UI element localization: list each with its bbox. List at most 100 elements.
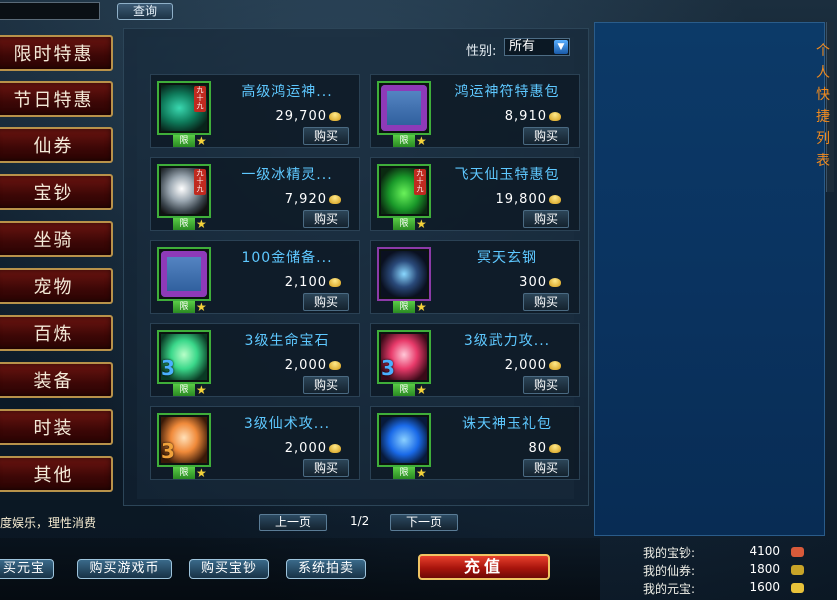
category-limited-offer[interactable]: 限时特惠: [0, 35, 113, 71]
item-card[interactable]: 限 ★ 诛天神玉礼包 80 购买: [370, 406, 580, 480]
star-icon: ★: [416, 466, 427, 480]
category-other[interactable]: 其他: [0, 456, 113, 492]
item-price: 2,000: [504, 358, 547, 373]
next-page-button[interactable]: 下一页: [390, 514, 458, 531]
gold-ingot-icon: [329, 112, 341, 121]
item-card[interactable]: 3 限 ★ 3级生命宝石 2,000 购买: [150, 323, 360, 397]
item-icon-frame[interactable]: [377, 81, 431, 135]
search-input[interactable]: [0, 2, 100, 20]
item-icon-frame[interactable]: 3: [157, 413, 211, 467]
quick-list-title: 个人快捷列表: [816, 43, 830, 169]
buy-button[interactable]: 购买: [303, 210, 349, 228]
category-pet[interactable]: 宠物: [0, 268, 113, 304]
buy-button[interactable]: 购买: [303, 459, 349, 477]
item-name[interactable]: 高级鸿运神...: [217, 81, 357, 101]
prev-page-button[interactable]: 上一页: [259, 514, 327, 531]
system-auction-button[interactable]: 系统拍卖: [286, 559, 366, 579]
gold-ingot-icon: [329, 278, 341, 287]
star-icon: ★: [416, 300, 427, 314]
item-name[interactable]: 冥天玄钢: [437, 247, 577, 267]
page-indicator: 1/2: [350, 514, 370, 528]
item-card[interactable]: 3 限 ★ 3级武力攻... 2,000 购买: [370, 323, 580, 397]
item-price: 2,000: [284, 441, 327, 456]
limited-badge: 限: [393, 384, 415, 396]
balance-yuanbao-label: 我的元宝:: [643, 582, 696, 596]
gold-ingot-icon: [329, 195, 341, 204]
consumption-notice: 度娱乐，理性消费: [0, 516, 97, 530]
baochao-icon: [791, 547, 804, 557]
item-icon-frame[interactable]: 九十九: [157, 164, 211, 218]
recharge-button[interactable]: 充值: [418, 554, 550, 580]
category-xianquan[interactable]: 仙券: [0, 127, 113, 163]
buy-button[interactable]: 购买: [523, 376, 569, 394]
buy-game-coin-button[interactable]: 购买游戏币: [77, 559, 172, 579]
limited-badge: 限: [173, 467, 195, 479]
buy-button[interactable]: 购买: [523, 127, 569, 145]
star-icon: ★: [196, 466, 207, 480]
query-button[interactable]: 查询: [117, 3, 173, 20]
item-name[interactable]: 3级武力攻...: [437, 330, 577, 350]
category-equipment[interactable]: 装备: [0, 362, 113, 398]
item-price: 2,000: [284, 358, 327, 373]
item-card[interactable]: 九十九限 ★ 飞天仙玉特惠包 19,800 购买: [370, 157, 580, 231]
item-name[interactable]: 飞天仙玉特惠包: [437, 164, 577, 184]
buy-button[interactable]: 购买: [523, 459, 569, 477]
buy-button[interactable]: 购买: [303, 127, 349, 145]
star-icon: ★: [416, 383, 427, 397]
star-icon: ★: [196, 217, 207, 231]
gold-ingot-icon: [549, 444, 561, 453]
item-name[interactable]: 一级冰精灵...: [217, 164, 357, 184]
star-icon: ★: [196, 134, 207, 148]
item-card[interactable]: 限 ★ 鸿运神符特惠包 8,910 购买: [370, 74, 580, 148]
item-icon-frame[interactable]: [157, 247, 211, 301]
item-name[interactable]: 3级仙术攻...: [217, 413, 357, 433]
buy-baochao-button[interactable]: 购买宝钞: [189, 559, 269, 579]
category-refine[interactable]: 百炼: [0, 315, 113, 351]
category-holiday-offer[interactable]: 节日特惠: [0, 81, 113, 117]
ninety-nine-tag: 九十九: [414, 169, 426, 195]
item-name[interactable]: 100金储备...: [217, 247, 357, 267]
gift-box-icon: [381, 85, 427, 131]
gift-box-icon: [161, 251, 207, 297]
item-card[interactable]: 限 ★ 冥天玄钢 300 购买: [370, 240, 580, 314]
item-icon-frame[interactable]: 3: [157, 330, 211, 384]
category-baochao[interactable]: 宝钞: [0, 174, 113, 210]
balance-xianquan-value: 1800: [749, 562, 780, 576]
item-card[interactable]: 九十九限 ★ 一级冰精灵... 7,920 购买: [150, 157, 360, 231]
xianquan-icon: [791, 565, 804, 575]
buy-button[interactable]: 购买: [523, 293, 569, 311]
item-icon-frame[interactable]: 九十九: [157, 81, 211, 135]
limited-badge: 限: [173, 218, 195, 230]
buy-button[interactable]: 购买: [303, 293, 349, 311]
ninety-nine-tag: 九十九: [194, 169, 206, 195]
item-icon-frame[interactable]: [377, 247, 431, 301]
gold-ingot-icon: [549, 112, 561, 121]
dropdown-arrow-icon[interactable]: ▼: [554, 40, 568, 54]
item-icon-frame[interactable]: 九十九: [377, 164, 431, 218]
buy-button[interactable]: 购买: [303, 376, 349, 394]
star-icon: ★: [416, 217, 427, 231]
item-card[interactable]: 九十九限 ★ 高级鸿运神... 29,700 购买: [150, 74, 360, 148]
buy-button[interactable]: 购买: [523, 210, 569, 228]
item-icon-frame[interactable]: [377, 413, 431, 467]
item-price: 7,920: [284, 192, 327, 207]
category-mount[interactable]: 坐骑: [0, 221, 113, 257]
gold-ingot-icon: [329, 444, 341, 453]
item-name[interactable]: 诛天神玉礼包: [437, 413, 577, 433]
gold-ingot-icon: [549, 361, 561, 370]
limited-badge: 限: [393, 467, 415, 479]
gender-filter-select[interactable]: 所有 ▼: [504, 38, 570, 56]
limited-badge: 限: [393, 135, 415, 147]
item-card[interactable]: 限 ★ 100金储备... 2,100 购买: [150, 240, 360, 314]
item-name[interactable]: 3级生命宝石: [217, 330, 357, 350]
gold-ingot-icon: [549, 195, 561, 204]
category-fashion[interactable]: 时装: [0, 409, 113, 445]
item-icon-frame[interactable]: 3: [377, 330, 431, 384]
buy-yuanbao-button[interactable]: 买元宝: [0, 559, 54, 579]
item-price: 8,910: [504, 109, 547, 124]
item-price: 29,700: [275, 109, 327, 124]
item-card[interactable]: 3 限 ★ 3级仙术攻... 2,000 购买: [150, 406, 360, 480]
limited-badge: 限: [173, 384, 195, 396]
item-name[interactable]: 鸿运神符特惠包: [437, 81, 577, 101]
limited-badge: 限: [393, 218, 415, 230]
